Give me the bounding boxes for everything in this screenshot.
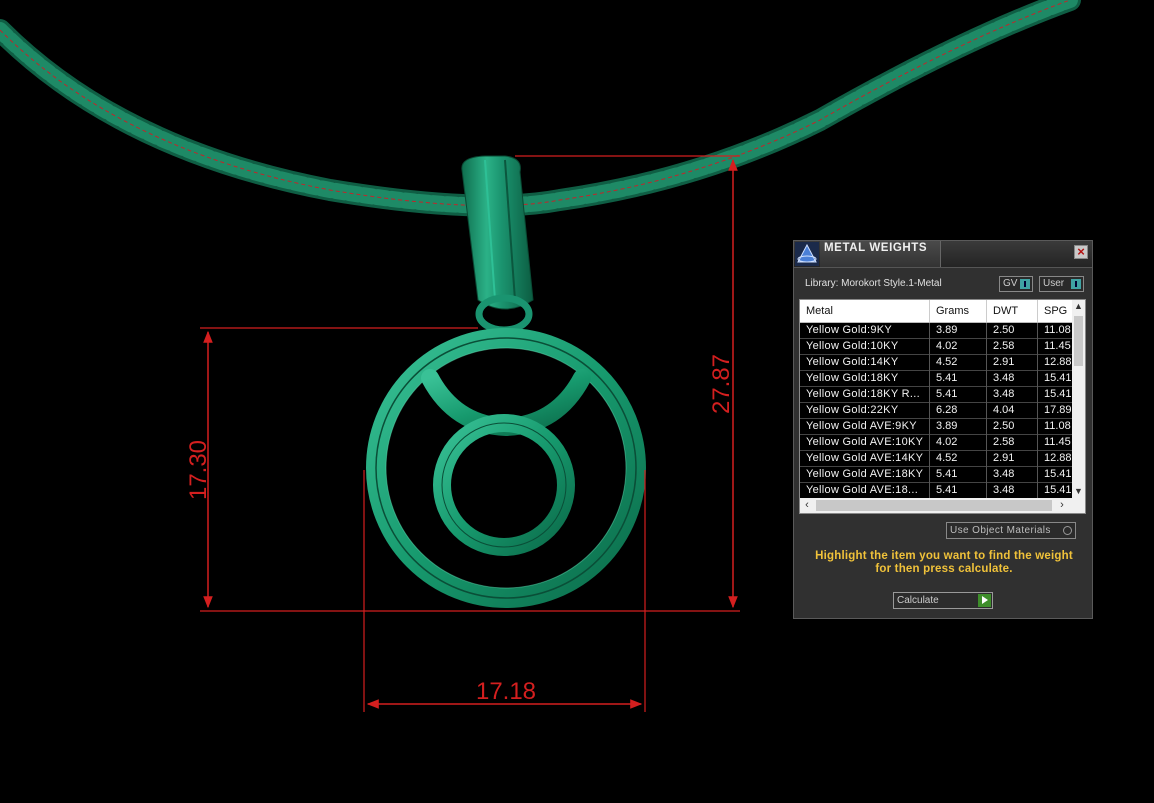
spg-cell: 11.45 <box>1044 436 1071 448</box>
instructions-line-1: Highlight the item you want to find the … <box>815 550 1073 562</box>
dimension-total-height-label: 27.87 <box>708 354 735 414</box>
table-row[interactable]: Yellow Gold:10KY 4.02 2.58 11.45 <box>800 339 1072 355</box>
radio-icon <box>1063 526 1072 535</box>
metal-weights-panel: METAL WEIGHTS × Library: Morokort Style.… <box>793 240 1093 619</box>
calculate-label: Calculate <box>897 595 939 606</box>
pendant-bail <box>461 155 534 334</box>
grams-cell: 5.41 <box>930 387 987 403</box>
table-row[interactable]: Yellow Gold AVE:14KY 4.52 2.91 12.88 <box>800 451 1072 467</box>
table-row[interactable]: Yellow Gold AVE:18... 5.41 3.48 15.41 <box>800 483 1072 499</box>
play-icon <box>978 594 991 607</box>
calculate-button[interactable]: Calculate <box>893 592 993 609</box>
grams-cell: 4.02 <box>930 339 987 355</box>
metal-cell: Yellow Gold AVE:10KY <box>800 435 930 451</box>
metal-cell: Yellow Gold AVE:9KY <box>800 419 930 435</box>
metal-cell: Yellow Gold AVE:14KY <box>800 451 930 467</box>
dimension-height-label: 17.30 <box>185 440 212 500</box>
spg-cell: 15.41 <box>1044 484 1072 496</box>
toggle-knob-icon <box>1071 279 1081 289</box>
dwt-cell: 2.58 <box>987 339 1038 355</box>
user-toggle[interactable]: User <box>1039 276 1084 292</box>
table-row[interactable]: Yellow Gold AVE:9KY 3.89 2.50 11.08 <box>800 419 1072 435</box>
spg-cell: 15.41 <box>1044 468 1072 480</box>
instructions-text: Highlight the item you want to find the … <box>804 550 1084 576</box>
metal-cell: Yellow Gold:9KY <box>800 323 930 339</box>
gv-toggle-label: GV <box>1003 278 1018 289</box>
metal-cell: Yellow Gold:22KY <box>800 403 930 419</box>
spg-cell: 11.08 <box>1044 324 1071 336</box>
scroll-up-icon[interactable]: ▲ <box>1072 300 1085 313</box>
table-row[interactable]: Yellow Gold AVE:18KY 5.41 3.48 15.41 <box>800 467 1072 483</box>
metal-cell: Yellow Gold AVE:18... <box>800 483 930 499</box>
metal-cell: Yellow Gold AVE:18KY <box>800 467 930 483</box>
table-header: Metal Grams DWT SPG <box>800 300 1072 323</box>
grams-cell: 4.02 <box>930 435 987 451</box>
spg-cell: 11.45 <box>1044 340 1071 352</box>
toggle-knob-icon <box>1020 279 1030 289</box>
grams-cell: 3.89 <box>930 323 987 339</box>
metal-cell: Yellow Gold:14KY <box>800 355 930 371</box>
spg-cell: 17.89 <box>1044 404 1072 416</box>
table-row[interactable]: Yellow Gold:9KY 3.89 2.50 11.08 <box>800 323 1072 339</box>
metal-table[interactable]: Metal Grams DWT SPG Yellow Gold:9KY 3.89 2… <box>799 299 1086 514</box>
library-label: Library: Morokort Style.1-Metal <box>805 278 942 289</box>
grams-cell: 4.52 <box>930 355 987 371</box>
spg-cell: 15.41 <box>1044 372 1072 384</box>
gv-toggle[interactable]: GV <box>999 276 1033 292</box>
column-header-dwt[interactable]: DWT <box>987 300 1038 322</box>
grams-cell: 5.41 <box>930 467 987 483</box>
grams-cell: 4.52 <box>930 451 987 467</box>
spg-cell: 12.88 <box>1044 452 1072 464</box>
close-icon[interactable]: × <box>1074 245 1088 259</box>
user-toggle-label: User <box>1043 278 1065 289</box>
table-row[interactable]: Yellow Gold:18KY 5.41 3.48 15.41 <box>800 371 1072 387</box>
app-logo-icon <box>795 242 819 266</box>
grams-cell: 5.41 <box>930 483 987 499</box>
pendant-taurus <box>366 328 646 608</box>
spg-cell: 15.41 <box>1044 388 1072 400</box>
dimension-width-label: 17.18 <box>476 678 536 705</box>
dwt-cell: 2.58 <box>987 435 1038 451</box>
grams-cell: 6.28 <box>930 403 987 419</box>
metal-cell: Yellow Gold:10KY <box>800 339 930 355</box>
dwt-cell: 2.50 <box>987 323 1038 339</box>
dwt-cell: 3.48 <box>987 371 1038 387</box>
scroll-left-icon[interactable]: ‹ <box>800 498 814 513</box>
table-body: Yellow Gold:9KY 3.89 2.50 11.08 Yellow Gold:… <box>800 323 1072 499</box>
dimension-height: 17.30 <box>185 327 740 612</box>
metal-cell: Yellow Gold:18KY <box>800 371 930 387</box>
scroll-thumb-horizontal[interactable] <box>816 500 1052 511</box>
panel-title-tab: METAL WEIGHTS <box>820 241 941 267</box>
dwt-cell: 3.48 <box>987 467 1038 483</box>
chain <box>0 0 1081 217</box>
metal-cell: Yellow Gold:18KY R... <box>800 387 930 403</box>
use-object-materials-label: Use Object Materials <box>950 525 1051 536</box>
spg-cell: 12.88 <box>1044 356 1072 368</box>
instructions-line-2: for then press calculate. <box>875 563 1013 575</box>
scroll-thumb[interactable] <box>1074 316 1083 366</box>
table-row[interactable]: Yellow Gold:18KY R... 5.41 3.48 15.41 <box>800 387 1072 403</box>
horizontal-scrollbar[interactable]: ‹ › <box>800 498 1085 513</box>
scroll-right-icon[interactable]: › <box>1055 498 1069 513</box>
dwt-cell: 2.91 <box>987 355 1038 371</box>
panel-title: METAL WEIGHTS <box>824 242 928 254</box>
use-object-materials-checkbox[interactable]: Use Object Materials <box>946 522 1076 539</box>
vertical-scrollbar[interactable]: ▲ ▼ <box>1072 300 1085 498</box>
panel-titlebar[interactable]: METAL WEIGHTS × <box>794 241 1092 268</box>
column-header-metal[interactable]: Metal <box>800 300 930 322</box>
dwt-cell: 3.48 <box>987 387 1038 403</box>
table-row[interactable]: Yellow Gold:14KY 4.52 2.91 12.88 <box>800 355 1072 371</box>
scroll-down-icon[interactable]: ▼ <box>1072 485 1085 498</box>
grams-cell: 5.41 <box>930 371 987 387</box>
dwt-cell: 2.50 <box>987 419 1038 435</box>
column-header-grams[interactable]: Grams <box>930 300 987 322</box>
table-row[interactable]: Yellow Gold AVE:10KY 4.02 2.58 11.45 <box>800 435 1072 451</box>
grams-cell: 3.89 <box>930 419 987 435</box>
dwt-cell: 3.48 <box>987 483 1038 499</box>
table-row[interactable]: Yellow Gold:22KY 6.28 4.04 17.89 <box>800 403 1072 419</box>
spg-cell: 11.08 <box>1044 420 1071 432</box>
column-header-spg[interactable]: SPG <box>1038 300 1072 322</box>
dwt-cell: 4.04 <box>987 403 1038 419</box>
dwt-cell: 2.91 <box>987 451 1038 467</box>
